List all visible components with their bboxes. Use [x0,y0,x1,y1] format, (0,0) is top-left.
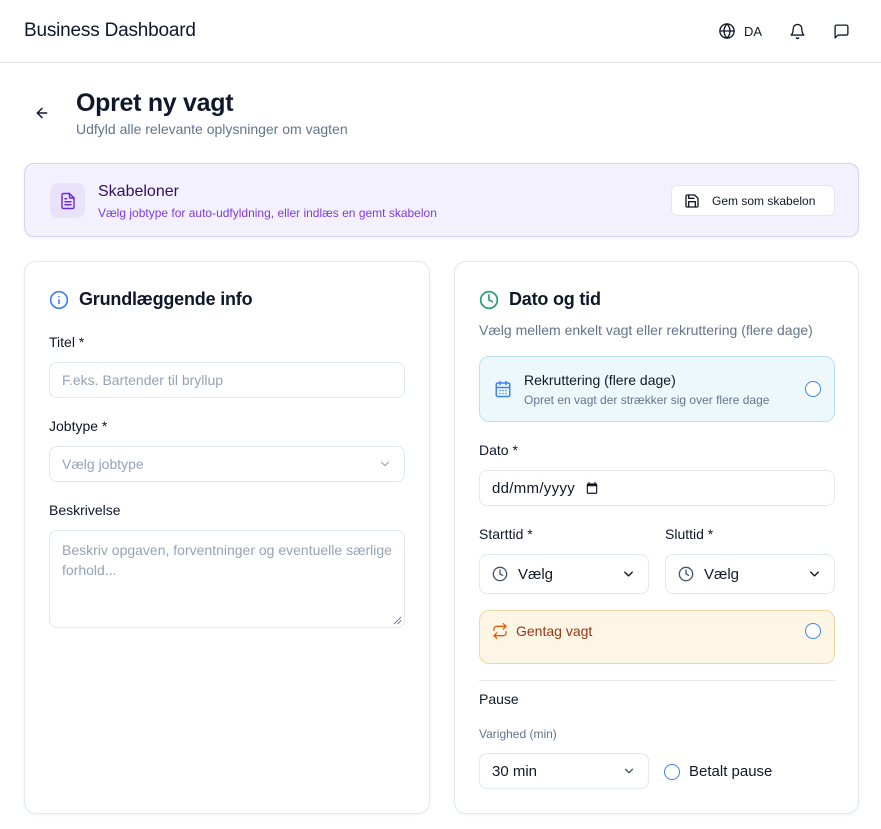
date-time-header: Dato og tid [479,289,601,310]
repeat-shift-option[interactable]: Gentag vagt [479,610,835,664]
app-title: Business Dashboard [24,20,196,41]
clock-icon [492,566,508,582]
date-time-card: Dato og tid Vælg mellem enkelt vagt elle… [454,261,859,814]
basic-info-heading: Grundlæggende info [79,289,253,309]
arrow-left-icon [36,107,48,119]
top-bar: Business Dashboard DA [0,0,881,63]
paid-pause-option[interactable]: Betalt pause [664,763,772,780]
basic-info-header: Grundlæggende info [49,289,253,310]
templates-title: Skabeloner [98,183,179,200]
calendar-picker-icon[interactable] [585,481,599,495]
chevron-down-icon [380,461,390,467]
jobtype-select[interactable]: Vælg jobtype [49,446,405,482]
info-icon [49,290,69,309]
date-input[interactable]: dd/mm/yyyy [479,470,835,506]
date-label: Dato * [479,442,518,458]
end-time-value: Vælg [704,565,740,583]
end-time-select[interactable]: Vælg [665,554,835,594]
recruitment-radio[interactable] [805,381,821,397]
title-input[interactable]: F.eks. Bartender til bryllup [49,362,405,398]
clock-icon [479,290,499,309]
duration-label: Varighed (min) [479,727,557,741]
description-label: Beskrivelse [49,502,121,518]
save-template-label: Gem som skabelon [712,193,816,208]
divider [479,680,835,681]
paid-pause-label: Betalt pause [689,763,773,780]
paid-pause-radio[interactable] [664,763,680,780]
messages-button[interactable] [826,16,856,46]
templates-subtitle: Vælg jobtype for auto-udfyldning, eller … [98,206,437,220]
description-textarea[interactable]: Beskriv opgaven, forventninger og eventu… [49,530,405,628]
globe-icon [719,23,735,39]
repeat-shift-radio[interactable] [805,623,821,639]
date-value: dd/mm/yyyy [492,479,576,497]
jobtype-placeholder: Vælg jobtype [62,456,144,472]
page-subtitle: Udfyld alle relevante oplysninger om vag… [76,121,348,137]
description-placeholder: Beskriv opgaven, forventninger og eventu… [62,542,392,578]
basic-info-card: Grundlæggende info Titel * F.eks. Barten… [24,261,430,814]
repeat-shift-label: Gentag vagt [516,623,593,639]
save-icon [685,193,699,208]
start-time-value: Vælg [518,565,554,583]
title-label: Titel * [49,334,85,350]
start-time-label: Starttid * [479,526,533,542]
date-time-heading: Dato og tid [509,289,601,309]
start-time-select[interactable]: Vælg [479,554,649,594]
resize-handle-icon[interactable] [393,616,402,625]
calendar-icon [495,380,511,398]
notifications-button[interactable] [782,16,812,46]
back-button[interactable] [30,101,54,125]
recruitment-option[interactable]: Rekruttering (flere dage) Opret en vagt … [479,356,835,422]
pause-duration-select[interactable]: 30 min [479,753,649,789]
clock-icon [678,566,694,582]
templates-icon-wrap [50,183,85,218]
bell-icon [789,23,805,39]
pause-heading: Pause [479,691,519,707]
chevron-down-icon [624,768,634,774]
date-time-subtitle: Vælg mellem enkelt vagt eller rekrutteri… [479,322,813,338]
language-code: DA [744,23,763,39]
repeat-icon [493,623,507,639]
save-template-button[interactable]: Gem som skabelon [671,185,835,216]
jobtype-label: Jobtype * [49,418,108,434]
templates-panel: Skabeloner Vælg jobtype for auto-udfyldn… [24,163,859,237]
message-icon [833,23,849,39]
recruitment-title: Rekruttering (flere dage) [524,372,676,388]
recruitment-subtitle: Opret en vagt der strækker sig over fler… [524,393,770,407]
pause-duration-value: 30 min [492,762,538,780]
page-title: Opret ny vagt [76,89,234,117]
chevron-down-icon [810,571,819,577]
chevron-down-icon [624,571,633,577]
end-time-label: Sluttid * [665,526,714,542]
file-text-icon [60,192,75,209]
language-switcher[interactable]: DA [712,16,768,46]
